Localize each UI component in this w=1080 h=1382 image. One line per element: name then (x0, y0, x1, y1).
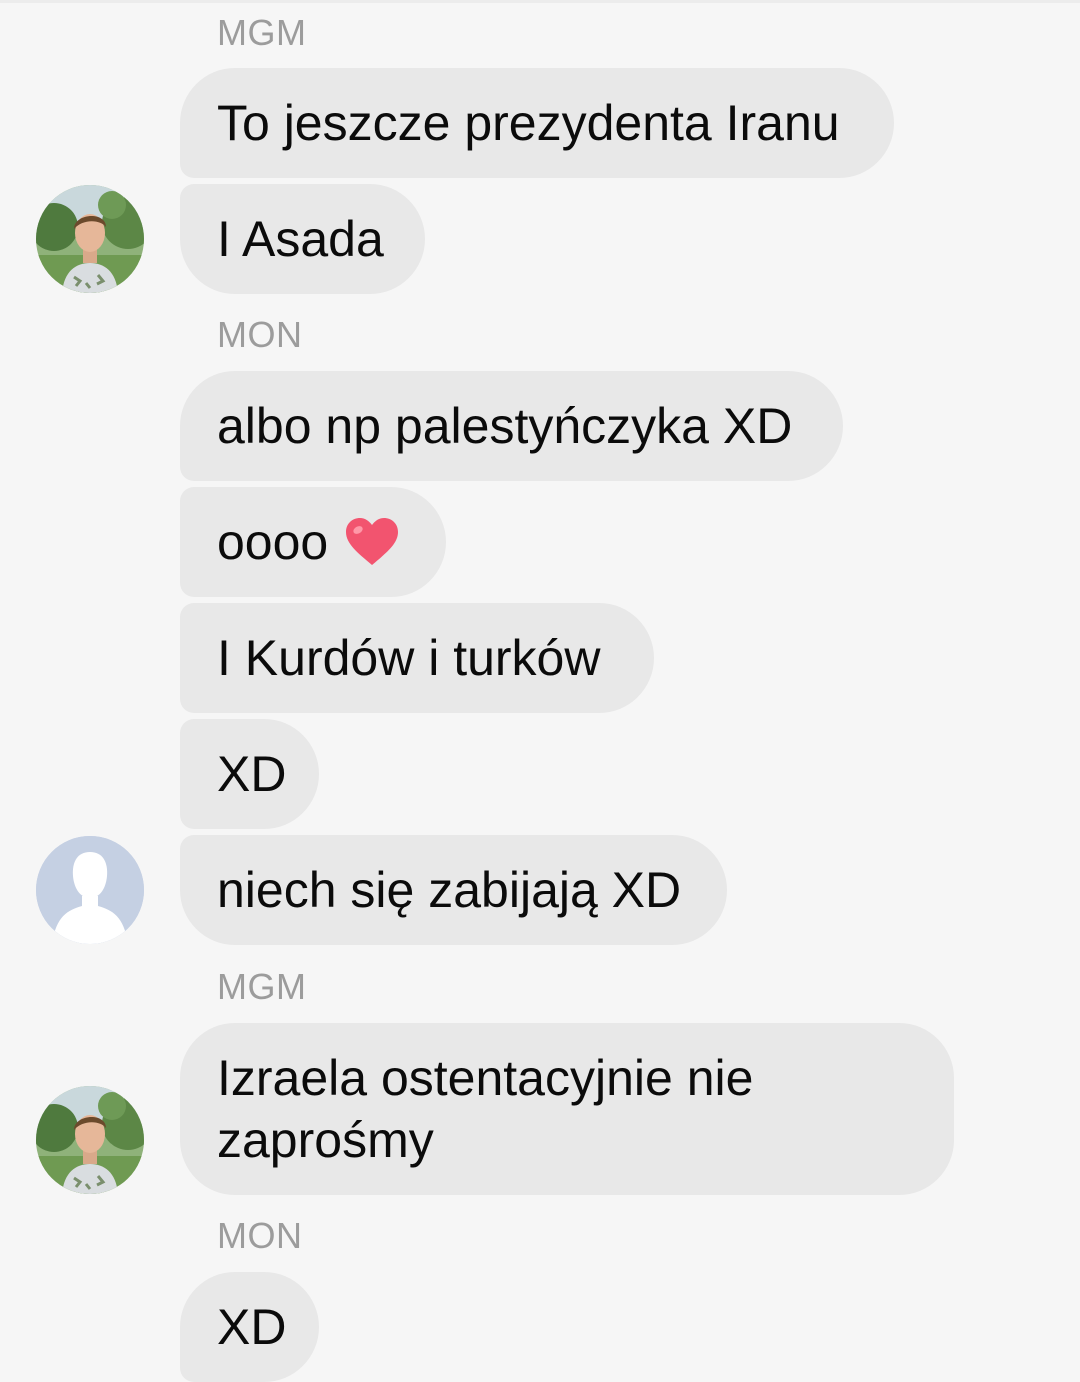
sender-name: MGM (217, 966, 307, 1007)
user-photo-icon (36, 1086, 144, 1194)
message-text: oooo (217, 514, 329, 570)
message-bubble[interactable]: I Kurdów i turków (180, 603, 654, 713)
message-text: I Kurdów i turków (217, 630, 601, 686)
message-text: To jeszcze prezydenta Iranu (217, 95, 840, 151)
message-text: Izraela ostentacyjnie nie zaprośmy (217, 1050, 754, 1168)
message-bubble[interactable]: XD (180, 719, 319, 829)
message-bubble[interactable]: I Asada (180, 184, 425, 294)
top-divider (0, 0, 1080, 3)
sender-name: MON (217, 314, 303, 355)
message-bubble[interactable]: XD (180, 1272, 319, 1382)
default-avatar-icon (36, 836, 144, 944)
avatar[interactable] (36, 836, 144, 944)
message-bubble[interactable]: oooo (180, 487, 446, 597)
heart-emoji-icon (346, 518, 399, 565)
message-bubble[interactable]: niech się zabijają XD (180, 835, 727, 945)
sender-name: MON (217, 1215, 303, 1256)
message-text: albo np palestyńczyka XD (217, 398, 793, 454)
message-text: XD (217, 1299, 287, 1355)
message-text: niech się zabijają XD (217, 862, 682, 918)
message-text: XD (217, 746, 287, 802)
message-bubble[interactable]: To jeszcze prezydenta Iranu (180, 68, 894, 178)
avatar[interactable] (36, 185, 144, 293)
message-bubble[interactable]: albo np palestyńczyka XD (180, 371, 843, 481)
avatar[interactable] (36, 1086, 144, 1194)
user-photo-icon (36, 185, 144, 293)
sender-name: MGM (217, 12, 307, 53)
message-bubble[interactable]: Izraela ostentacyjnie nie zaprośmy (180, 1023, 954, 1195)
message-text: I Asada (217, 211, 384, 267)
